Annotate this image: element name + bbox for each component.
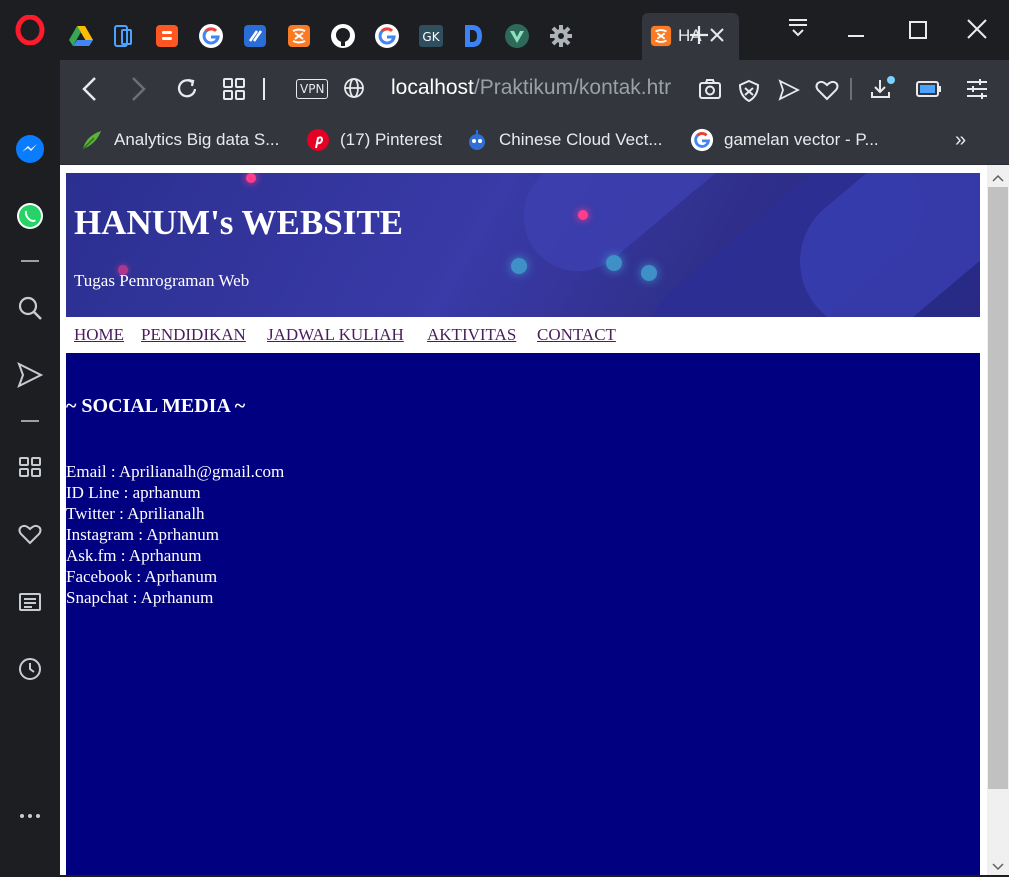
send-icon[interactable] [778,79,801,106]
vpn-badge[interactable]: VPN [296,79,329,99]
site-header: HANUM's WEBSITE Tugas Pemrograman Web [66,173,980,317]
pinterest-icon [306,128,330,152]
sidebar-divider [21,260,39,262]
heart-icon[interactable] [815,79,839,106]
back-icon[interactable] [80,76,100,107]
address-toolbar: VPN localhost/Praktikum/kontak.htr [60,60,1009,116]
download-icon[interactable] [870,76,896,107]
contact-email: Email : Aprilianalh@gmail.com [66,462,285,481]
nav-link-aktivitas[interactable]: AKTIVITAS [427,325,516,345]
contact-section: ~ SOCIAL MEDIA ~ Email : Aprilianalh@gma… [66,353,980,875]
contact-instagram: Instagram : Aprhanum [66,525,219,544]
adblock-shield-icon[interactable] [738,79,760,108]
forward-icon[interactable] [128,76,148,107]
site-subtitle: Tugas Pemrograman Web [74,271,250,290]
site-title: HANUM's WEBSITE [74,203,404,242]
tab-menu-icon[interactable] [786,16,810,45]
send-icon[interactable] [0,353,60,397]
contact-twitter: Twitter : Aprilianalh [66,504,205,523]
history-clock-icon[interactable] [0,647,60,691]
messenger-icon[interactable] [0,127,60,171]
vertical-scrollbar[interactable] [987,165,1009,875]
page-viewport: HANUM's WEBSITE Tugas Pemrograman Web HO… [60,165,987,875]
nav-link-pendidikan[interactable]: PENDIDIKAN [141,325,246,345]
opera-logo-icon[interactable] [0,8,60,52]
scrollbar-thumb[interactable] [988,187,1008,789]
new-tab-plus-icon[interactable] [688,24,710,51]
url-path: /Praktikum/kontak.htr [473,76,672,99]
sidebar-divider [21,420,39,422]
battery-saver-icon[interactable] [916,80,942,103]
link-icon[interactable] [234,14,276,58]
header-glow-dot [246,173,256,183]
scroll-up-arrow-icon[interactable] [992,170,1004,188]
bookmark-analytics[interactable]: Analytics Big data S... [80,126,279,154]
bookmarks-more-chevron-icon[interactable]: » [955,126,966,154]
bookmark-pinterest[interactable]: (17) Pinterest [306,126,442,154]
close-window-icon[interactable] [966,18,988,45]
contact-snapchat: Snapchat : Aprhanum [66,588,214,607]
easy-setup-sliders-icon[interactable] [965,78,989,105]
news-icon[interactable] [0,580,60,624]
toolbar-divider [263,78,265,100]
bookmark-label: gamelan vector - P... [724,130,879,149]
contact-line: ID Line : aprhanum [66,483,201,502]
xampp-icon[interactable] [278,14,320,58]
analytics-icon [80,128,104,152]
settings-gear-icon[interactable] [540,14,582,58]
more-options-icon[interactable] [0,794,60,838]
whatsapp-icon[interactable] [0,194,60,238]
bookmark-label: Chinese Cloud Vect... [499,130,663,149]
blogger-icon[interactable] [146,14,188,58]
header-glow-dot [606,255,622,271]
bookmark-gamelan[interactable]: gamelan vector - P... [690,126,879,154]
geeks-icon[interactable]: GK [410,14,452,58]
contact-askfm: Ask.fm : Aprhanum [66,546,202,565]
bookmark-chinese-cloud[interactable]: Chinese Cloud Vect... [465,126,662,154]
contact-facebook: Facebook : Aprhanum [66,567,218,586]
vue-icon[interactable] [496,14,538,58]
minimize-icon[interactable] [846,24,866,45]
xampp-icon [650,25,672,52]
reload-icon[interactable] [174,76,200,107]
site-nav: HOME PENDIDIKAN JADWAL KULIAH AKTIVITAS … [66,317,980,353]
d-letter-icon[interactable] [452,14,494,58]
google-icon[interactable] [190,14,232,58]
url-host: localhost [391,76,474,99]
bookmark-label: (17) Pinterest [340,130,443,149]
speed-dial-icon[interactable] [0,445,60,489]
nav-link-home[interactable]: HOME [74,325,124,345]
section-title: ~ SOCIAL MEDIA ~ [66,395,246,417]
close-tab-icon[interactable] [708,26,726,49]
toolbar-divider [850,78,852,100]
bookmark-label: Analytics Big data S... [114,130,280,149]
github-icon[interactable] [322,14,364,58]
snapshot-camera-icon[interactable] [698,78,722,105]
bookmarks-bar: Analytics Big data S... (17) Pinterest C… [60,116,1009,165]
mobile-icon[interactable] [102,14,144,58]
google-drive-icon[interactable] [60,14,102,58]
speed-dial-icon[interactable] [222,77,246,106]
header-glow-dot [511,258,527,274]
nav-link-jadwal-kuliah[interactable]: JADWAL KULIAH [267,325,404,345]
heart-icon[interactable] [0,512,60,556]
globe-icon[interactable] [343,77,365,104]
contact-list: Email : Aprilianalh@gmail.com ID Line : … [66,461,284,608]
robot-icon [465,128,489,152]
scroll-down-arrow-icon[interactable] [992,859,1004,877]
maximize-icon[interactable] [908,20,928,45]
google-icon[interactable] [366,14,408,58]
google-icon [690,128,714,152]
header-glow-dot [578,210,588,220]
address-bar[interactable]: localhost/Praktikum/kontak.htr [391,76,677,100]
nav-link-contact[interactable]: CONTACT [537,325,616,345]
browser-sidebar [0,0,60,875]
search-icon[interactable] [0,286,60,330]
svg-text:GK: GK [422,30,440,44]
header-glow-dot [641,265,657,281]
tab-bar: GK HA [60,0,1009,60]
